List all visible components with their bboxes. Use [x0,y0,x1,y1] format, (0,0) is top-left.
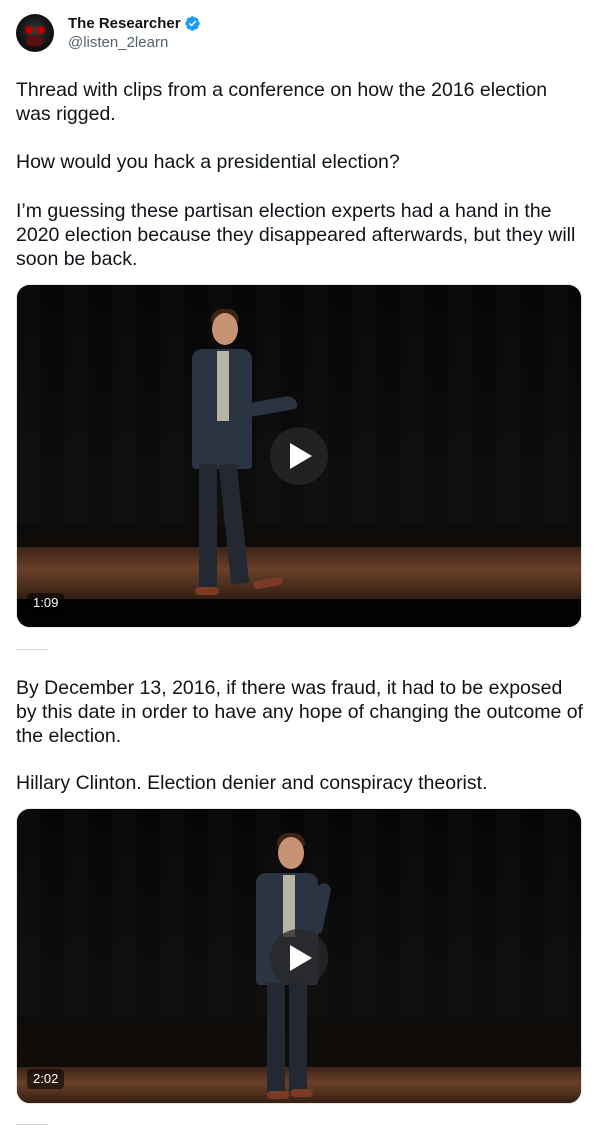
thread-divider [16,649,48,650]
thread-divider [16,1124,48,1125]
video-player-1[interactable]: 1:09 [16,284,582,628]
tweet-text-p2: How would you hack a presidential electi… [16,151,400,173]
play-button[interactable] [270,929,328,987]
video-player-2[interactable]: 2:02 [16,808,582,1104]
avatar-eye-left [25,26,33,34]
avatar-eye-right [37,26,45,34]
play-button[interactable] [270,427,328,485]
avatar-mask [27,36,43,46]
author-names: The Researcher @listen_2learn [68,15,201,51]
verified-badge-icon [184,16,200,31]
play-icon [290,443,312,469]
tweet-text-p3: I’m guessing these partisan election exp… [16,200,576,270]
tweet2-text-p1: By December 13, 2016, if there was fraud… [16,677,583,747]
video-duration: 2:02 [27,1069,65,1089]
name-row: The Researcher [68,15,201,32]
tweet-text-p1: Thread with clips from a conference on h… [16,79,548,125]
avatar[interactable] [16,14,54,52]
video-duration: 1:09 [27,593,65,613]
handle[interactable]: @listen_2learn [68,34,201,51]
tweet-header: The Researcher @listen_2learn [16,10,201,56]
display-name[interactable]: The Researcher [68,15,181,32]
tweet2-text-p2: Hillary Clinton. Election denier and con… [16,772,488,794]
play-icon [290,945,312,971]
video-bottom-bar [17,599,581,627]
